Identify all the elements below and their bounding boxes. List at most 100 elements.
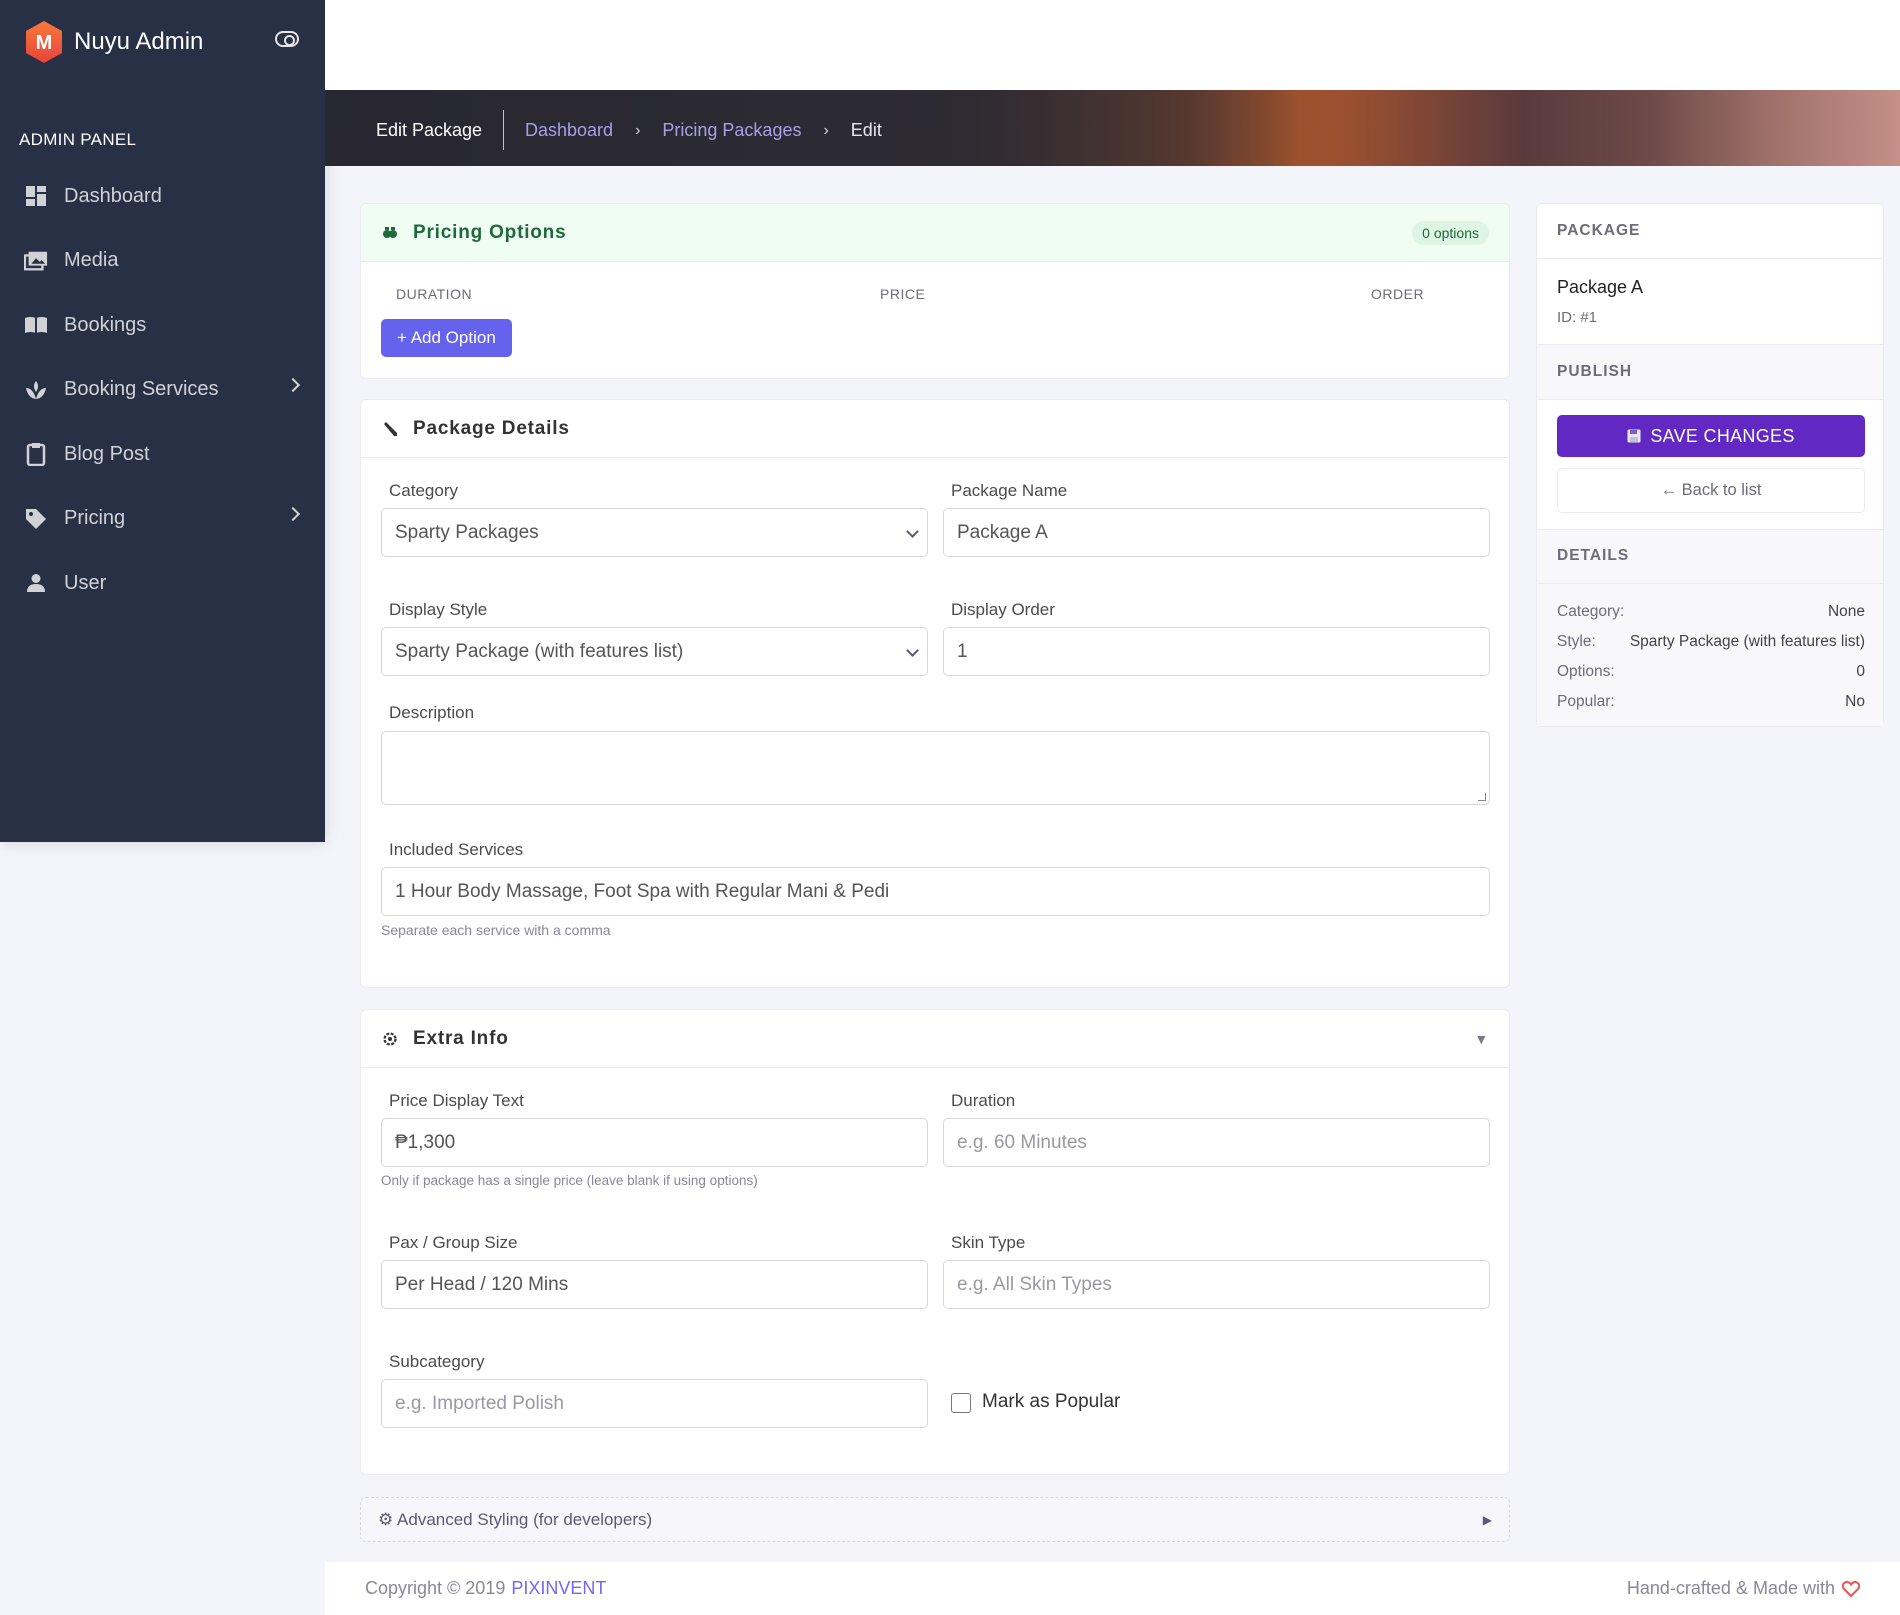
skin-type-input[interactable]: e.g. All Skin Types [943,1260,1490,1309]
package-details-card: Package Details Category Sparty Packages… [360,399,1510,988]
detail-value: 0 [1856,663,1865,680]
sidebar-item-bookings[interactable]: Bookings [0,293,325,358]
copyright-text: Copyright © 2019 [365,1578,506,1598]
resize-handle-icon[interactable] [1478,793,1486,801]
subcategory-input[interactable]: e.g. Imported Polish [381,1379,928,1428]
duration-input[interactable]: e.g. 60 Minutes [943,1118,1490,1167]
description-label: Description [389,703,475,722]
package-heading: PACKAGE [1557,222,1641,239]
included-services-value: 1 Hour Body Massage, Foot Spa with Regul… [395,880,890,902]
pricing-options-card: Pricing Options 0 options DURATION PRICE… [360,203,1510,379]
mark-popular-label[interactable]: Mark as Popular [982,1391,1120,1413]
display-order-input[interactable]: 1 [943,627,1490,676]
pencil-icon [381,420,399,438]
column-header-price: PRICE [880,286,926,302]
brand-name: Nuyu Admin [74,28,204,55]
mark-popular-checkbox[interactable] [951,1393,971,1413]
pax-group-size-label: Pax / Group Size [389,1233,518,1252]
expand-arrow-icon: ▶ [1482,1512,1492,1527]
extra-info-title: Extra Info [413,1027,509,1049]
chevron-right-icon [285,506,301,521]
pricing-options-header: Pricing Options 0 options [361,204,1509,262]
breadcrumb: Dashboard › Pricing Packages › Edit [525,120,882,141]
detail-row-style: Style: Sparty Package (with features lis… [1557,633,1865,651]
breadcrumb-divider [503,110,504,150]
pixinvent-link[interactable]: PIXINVENT [511,1578,606,1599]
sidebar-item-pricing[interactable]: Pricing [0,487,325,552]
breadcrumb-pricing-packages[interactable]: Pricing Packages [662,120,801,141]
save-changes-button[interactable]: SAVE CHANGES [1557,415,1865,457]
sidebar-item-label: Pricing [64,507,126,530]
sidebar: M Nuyu Admin ADMIN PANEL Dashboard Media… [0,0,325,842]
divider [1537,583,1883,584]
detail-value: Sparty Package (with features list) [1629,633,1865,650]
chevron-right-icon: › [823,121,829,139]
pricing-options-columns: DURATION PRICE ORDER [361,262,1509,310]
detail-row-category: Category: None [1557,603,1865,621]
column-header-duration: DURATION [396,286,473,302]
sidebar-toggle-icon[interactable] [275,31,299,47]
package-name-input[interactable]: Package A [943,508,1490,557]
page-header-banner: Edit Package Dashboard › Pricing Package… [325,90,1900,166]
side-package-id: ID: #1 [1557,309,1598,326]
skin-type-placeholder: e.g. All Skin Types [957,1273,1112,1295]
detail-row-options: Options: 0 [1557,663,1865,681]
display-style-select[interactable]: Sparty Package (with features list) [381,627,928,676]
chevron-right-icon [285,377,301,392]
made-with-text: Hand-crafted & Made with [1626,1578,1835,1598]
details-heading: DETAILS [1557,547,1630,564]
subcategory-label: Subcategory [389,1352,485,1371]
category-select[interactable]: Sparty Packages [381,508,928,557]
detail-key: Options: [1557,663,1615,680]
back-to-list-button[interactable]: ← Back to list [1557,468,1865,513]
tag-icon [24,507,48,531]
sidebar-item-label: Booking Services [64,378,219,401]
description-textarea[interactable] [381,731,1490,805]
package-details-title: Package Details [413,417,570,439]
price-display-text-input[interactable]: ₱1,300 [381,1118,928,1167]
duration-placeholder: e.g. 60 Minutes [957,1131,1087,1153]
sidebar-item-media[interactable]: Media [0,229,325,294]
advanced-styling-label: ⚙ Advanced Styling (for developers) [378,1509,653,1529]
package-name-value: Package A [957,521,1048,543]
collapse-toggle-icon[interactable]: ▼ [1474,1031,1489,1047]
included-services-help: Separate each service with a comma [381,922,611,938]
extra-info-header[interactable]: Extra Info ▼ [361,1010,1509,1068]
book-icon [24,313,48,337]
pax-group-size-value: Per Head / 120 Mins [395,1273,569,1295]
duration-label: Duration [951,1091,1016,1110]
sidebar-item-label: Blog Post [64,442,150,465]
side-panel: PACKAGE Package A ID: #1 PUBLISH SAVE CH… [1536,203,1884,727]
detail-value: None [1827,603,1865,620]
detail-row-popular: Popular: No [1557,693,1865,711]
footer: Copyright © 2019 PIXINVENT Hand-crafted … [325,1562,1900,1615]
display-style-label: Display Style [389,600,488,619]
save-changes-label: SAVE CHANGES [1650,425,1795,446]
advanced-styling-toggle[interactable]: ⚙ Advanced Styling (for developers) ▶ [360,1497,1510,1542]
spa-icon [24,378,48,402]
sidebar-item-booking-services[interactable]: Booking Services [0,358,325,423]
pricing-options-title: Pricing Options [413,221,567,243]
detail-value: No [1845,693,1865,710]
breadcrumb-dashboard[interactable]: Dashboard [525,120,613,141]
category-value: Sparty Packages [395,521,539,543]
display-order-label: Display Order [951,600,1055,619]
pax-group-size-input[interactable]: Per Head / 120 Mins [381,1260,928,1309]
svg-text:M: M [36,32,53,54]
chevron-right-icon: › [635,121,641,139]
sidebar-item-dashboard[interactable]: Dashboard [0,164,325,229]
floppy-disk-icon [1627,429,1641,443]
options-count-badge: 0 options [1412,220,1489,245]
display-order-value: 1 [957,640,968,662]
extra-info-card: Extra Info ▼ Price Display Text ₱1,300 O… [360,1009,1510,1475]
divider [1537,258,1883,259]
media-icon [24,249,48,273]
brand[interactable]: M Nuyu Admin [0,0,325,84]
included-services-input[interactable]: 1 Hour Body Massage, Foot Spa with Regul… [381,867,1490,916]
user-icon [24,571,48,595]
add-option-button[interactable]: + Add Option [381,319,512,357]
divider [1537,529,1883,530]
sidebar-item-user[interactable]: User [0,551,325,616]
price-display-text-value: ₱1,300 [395,1131,456,1153]
sidebar-item-blog-post[interactable]: Blog Post [0,422,325,487]
